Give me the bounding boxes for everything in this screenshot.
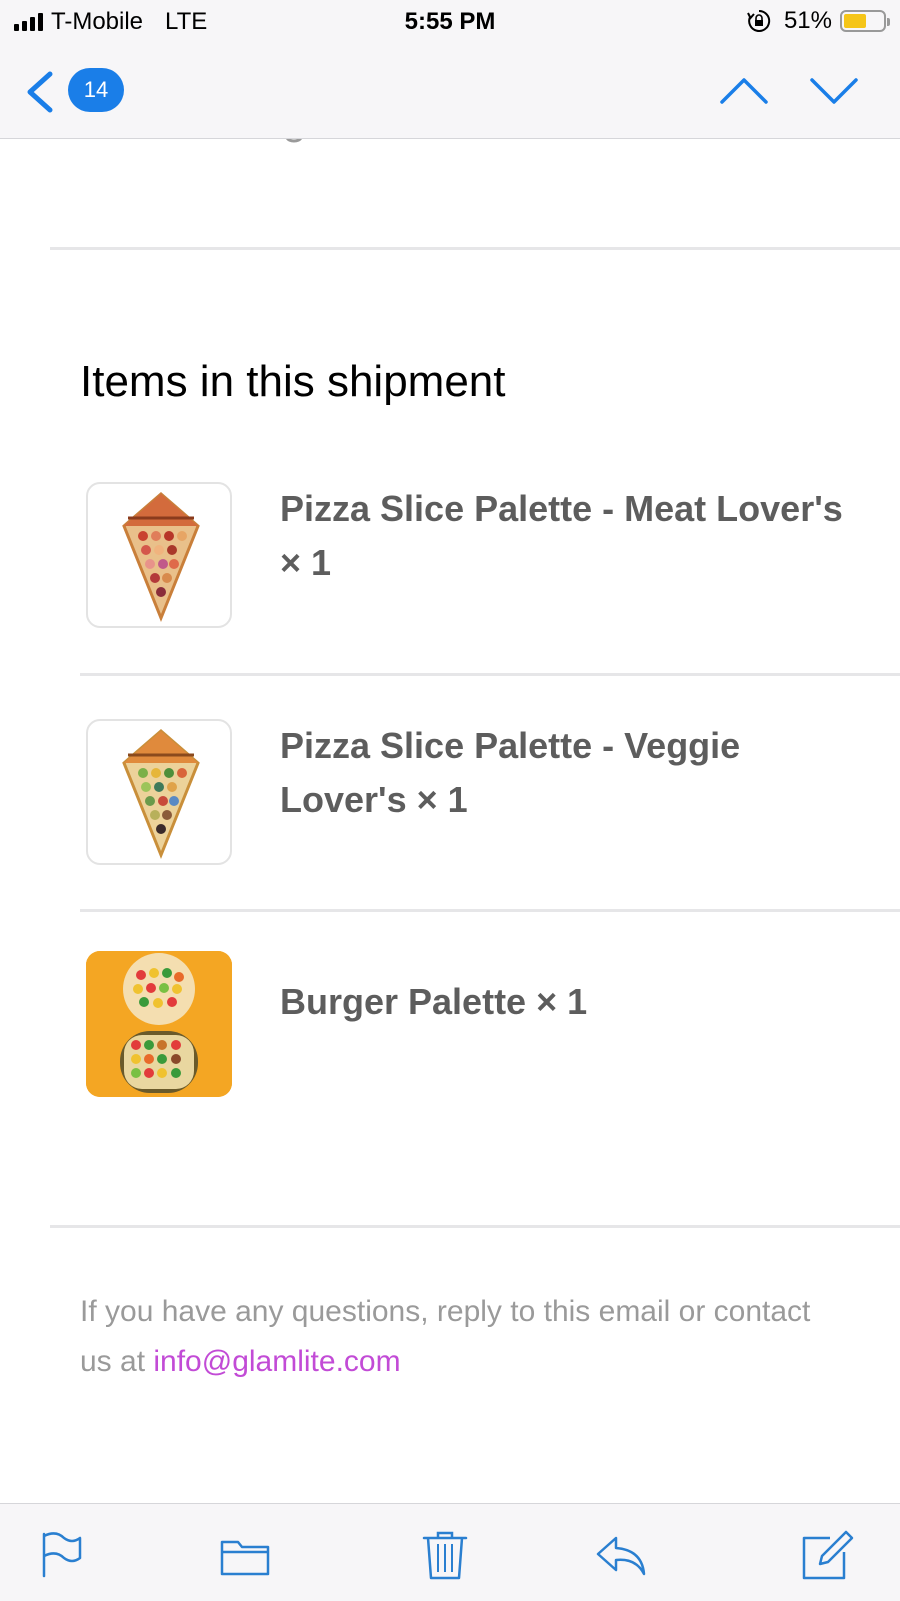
- pizza-slice-veggie-image: [86, 719, 232, 865]
- reply-icon: [596, 1536, 646, 1576]
- item-title: Burger Palette × 1: [280, 981, 588, 1022]
- next-message-button[interactable]: [806, 66, 862, 116]
- flag-icon: [42, 1532, 82, 1578]
- battery-fill: [844, 14, 866, 28]
- next-message-icon: [810, 78, 858, 104]
- back-button[interactable]: 14: [22, 66, 132, 116]
- trash-button[interactable]: [418, 1528, 472, 1582]
- shipment-item[interactable]: Pizza Slice Palette - Veggie Lover's × 1: [82, 719, 900, 879]
- pizza-slice-icon: [122, 492, 200, 623]
- previous-message-icon: [720, 78, 768, 104]
- pizza-slice-icon: [122, 729, 200, 860]
- clipped-text-glyph: [286, 139, 302, 143]
- shipment-item[interactable]: Burger Palette × 1: [82, 951, 900, 1111]
- divider-top: [50, 247, 900, 250]
- shipment-item[interactable]: Pizza Slice Palette - Meat Lover's × 1: [82, 482, 900, 642]
- pizza-slice-meat-image: [86, 482, 232, 628]
- burger-palette-image: [86, 951, 232, 1097]
- divider-bottom: [50, 1225, 900, 1228]
- divider-item: [80, 673, 900, 676]
- trash-icon: [422, 1531, 468, 1580]
- footer-text: If you have any questions, reply to this…: [80, 1287, 840, 1387]
- compose-icon: [802, 1530, 854, 1580]
- compose-button[interactable]: [800, 1528, 854, 1582]
- flag-button[interactable]: [34, 1528, 88, 1582]
- item-title: Pizza Slice Palette - Meat Lover's × 1: [280, 488, 843, 583]
- nav-bar: 14: [0, 44, 900, 139]
- folder-icon: [220, 1540, 270, 1576]
- battery-icon: [840, 10, 890, 32]
- previous-message-button[interactable]: [716, 66, 772, 116]
- reply-button[interactable]: [594, 1528, 648, 1582]
- burger-palette-icon: [86, 951, 232, 1097]
- folder-button[interactable]: [218, 1528, 272, 1582]
- email-body: Items in this shipment Pizza Slice Palet…: [0, 139, 900, 1503]
- status-right: 51%: [746, 7, 890, 35]
- battery-percent: 51%: [783, 7, 832, 34]
- bottom-toolbar: [0, 1503, 900, 1601]
- orientation-lock-icon: [747, 9, 771, 32]
- back-chevron-icon: [27, 71, 53, 113]
- shipment-heading: Items in this shipment: [80, 357, 506, 406]
- divider-item: [80, 909, 900, 912]
- contact-email-link[interactable]: info@glamlite.com: [153, 1345, 400, 1378]
- battery-cap: [887, 18, 890, 26]
- status-bar: T-Mobile LTE 5:55 PM 51%: [0, 0, 900, 44]
- item-title: Pizza Slice Palette - Veggie Lover's × 1: [280, 725, 741, 820]
- unread-count-badge: 14: [68, 68, 124, 112]
